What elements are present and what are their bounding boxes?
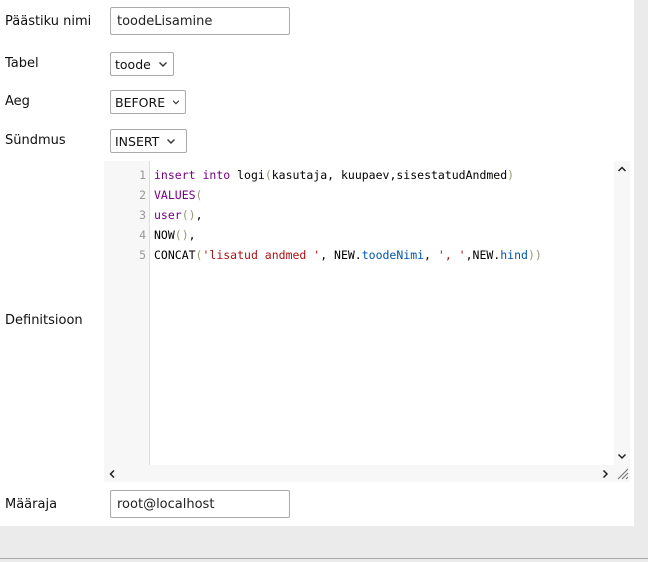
event-select-value: INSERT (115, 133, 160, 149)
chevron-down-icon (172, 100, 180, 105)
code-line: user(), (154, 205, 203, 225)
event-select[interactable]: INSERT (110, 129, 187, 153)
line-number: 2 (139, 188, 146, 202)
chevron-up-icon[interactable] (616, 163, 628, 175)
code-token: ) (507, 168, 515, 182)
code-token: toodeNimi (361, 248, 425, 262)
line-number: 4 (139, 228, 146, 242)
horizontal-scrollbar[interactable] (104, 465, 614, 482)
code-area[interactable] (150, 161, 614, 465)
code-token: , (424, 248, 438, 262)
code-line: CONCAT('lisatud andmed ', NEW.toodeNimi,… (154, 245, 542, 265)
chevron-left-icon[interactable] (106, 468, 118, 480)
code-token: 'lisatud andmed ' (202, 248, 321, 262)
code-token: hind (500, 248, 528, 262)
code-token: , (188, 228, 196, 242)
code-token: insert (154, 168, 196, 182)
code-token: logi (230, 168, 265, 182)
trigger-name-input[interactable] (110, 7, 290, 35)
code-token: user (154, 208, 182, 222)
code-line: VALUES( (154, 185, 202, 205)
right-margin (634, 0, 648, 526)
table-select-value: toode (115, 56, 151, 72)
definer-input[interactable] (110, 490, 290, 518)
trigger-form-panel: Päästiku nimi Tabel toode Aeg BEFORE Sün… (0, 0, 634, 526)
code-token: CONCAT (154, 248, 196, 262)
bottom-divider (0, 558, 648, 559)
definition-label: Definitsioon (5, 313, 83, 328)
code-token: ', ' (437, 248, 466, 262)
table-select[interactable]: toode (110, 52, 174, 76)
line-number: 5 (139, 248, 146, 262)
time-select[interactable]: BEFORE (110, 90, 186, 114)
code-token: () (174, 228, 189, 242)
definition-code-editor[interactable]: 1 2 3 4 5 insert into logi(kasutaja, kuupaev,… (104, 161, 630, 482)
vertical-scrollbar[interactable] (614, 161, 630, 465)
chevron-down-icon (167, 139, 176, 144)
code-token: )) (527, 248, 542, 262)
code-token: , NEW. (320, 248, 362, 262)
code-token: ( (195, 188, 203, 202)
code-token: , (195, 208, 203, 222)
code-token: into (202, 168, 231, 182)
table-label: Tabel (5, 56, 39, 71)
code-token: kasutaja, kuupaev,sisestatudAndmed (271, 168, 508, 182)
chevron-down-icon (158, 62, 167, 67)
time-select-value: BEFORE (115, 94, 166, 110)
time-label: Aeg (5, 94, 30, 109)
definer-label: Määraja (5, 497, 58, 512)
code-token: () (181, 208, 196, 222)
line-number: 3 (139, 208, 146, 222)
code-token: ,NEW. (465, 248, 501, 262)
code-line: NOW(), (154, 225, 196, 245)
chevron-down-icon[interactable] (616, 450, 628, 462)
code-token: ( (264, 168, 272, 182)
event-label: Sündmus (5, 133, 66, 148)
resize-grip-icon[interactable] (615, 466, 629, 480)
line-number: 1 (139, 168, 146, 182)
code-line: insert into logi(kasutaja, kuupaev,sises… (154, 165, 514, 185)
code-token: VALUES (154, 188, 196, 202)
trigger-name-label: Päästiku nimi (5, 14, 92, 29)
code-token: NOW (154, 228, 175, 242)
chevron-right-icon[interactable] (599, 468, 611, 480)
